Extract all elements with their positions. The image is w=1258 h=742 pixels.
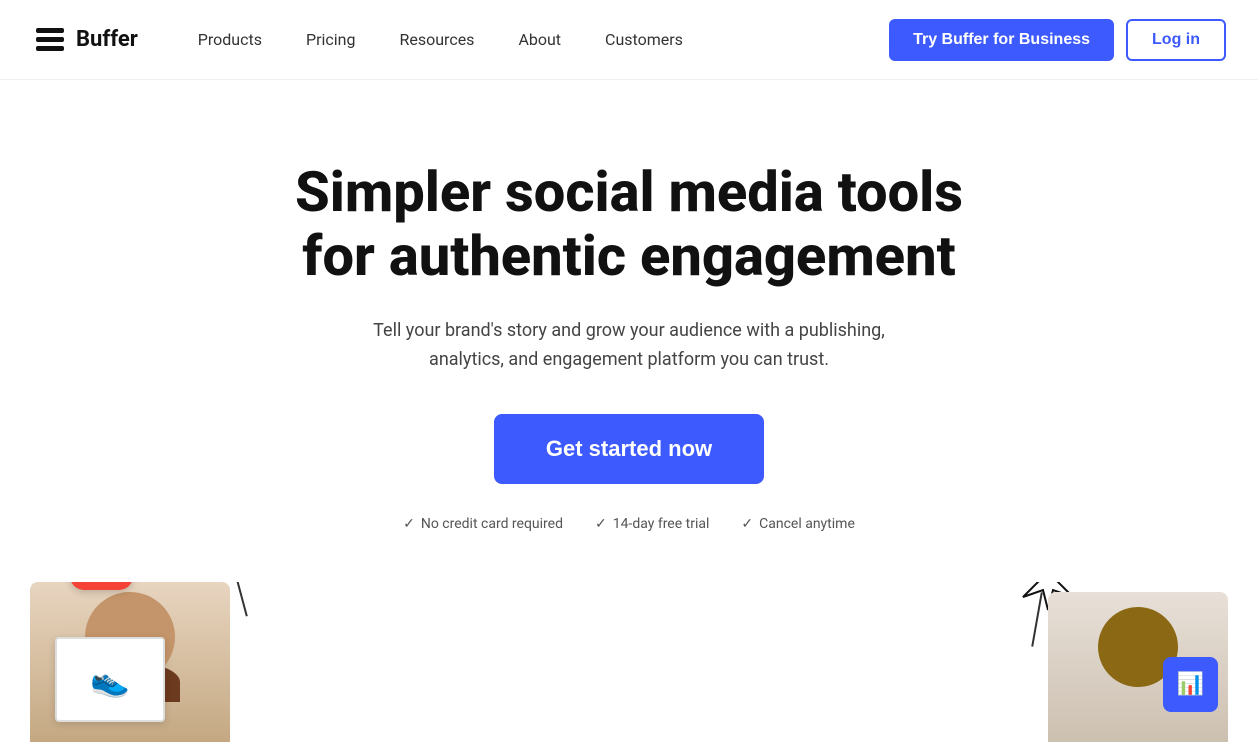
deco-left: ❤ 10k 👟: [0, 582, 320, 742]
nav-actions: Try Buffer for Business Log in: [889, 19, 1226, 61]
trust-text-1: No credit card required: [421, 516, 563, 532]
photo-frame: 👟: [55, 637, 165, 722]
checkmark-icon-2: ✓: [595, 516, 607, 532]
buffer-logo-icon: [32, 22, 68, 58]
nav-links: Products Pricing Resources About Custome…: [178, 22, 889, 57]
hero-section: Simpler social media tools for authentic…: [0, 80, 1258, 572]
nav-products[interactable]: Products: [178, 22, 282, 57]
checkmark-icon-1: ✓: [403, 516, 415, 532]
trust-free-trial: ✓ 14-day free trial: [595, 516, 709, 532]
nav-customers[interactable]: Customers: [585, 22, 703, 57]
chart-icon: 📊: [1177, 672, 1204, 697]
decorative-section: ❤ 10k 👟 📊: [0, 582, 1258, 742]
trust-text-3: Cancel anytime: [759, 516, 855, 532]
login-button[interactable]: Log in: [1126, 19, 1226, 61]
line-decoration-2: [234, 582, 248, 616]
like-count: 10k: [98, 582, 122, 584]
get-started-button[interactable]: Get started now: [494, 414, 764, 484]
trust-indicators: ✓ No credit card required ✓ 14-day free …: [20, 516, 1238, 532]
logo-link[interactable]: Buffer: [32, 22, 138, 58]
trust-cancel-anytime: ✓ Cancel anytime: [741, 516, 854, 532]
deco-right: 📊: [938, 582, 1258, 742]
blue-badge-decoration: 📊: [1163, 657, 1218, 712]
try-buffer-button[interactable]: Try Buffer for Business: [889, 19, 1114, 61]
navbar: Buffer Products Pricing Resources About …: [0, 0, 1258, 80]
nav-about[interactable]: About: [498, 22, 581, 57]
trust-no-credit-card: ✓ No credit card required: [403, 516, 563, 532]
checkmark-icon-3: ✓: [741, 516, 753, 532]
nav-resources[interactable]: Resources: [380, 22, 495, 57]
nav-pricing[interactable]: Pricing: [286, 22, 376, 57]
hero-subtitle: Tell your brand's story and grow your au…: [369, 317, 889, 375]
shoe-icon: 👟: [90, 661, 130, 699]
logo-text: Buffer: [76, 27, 138, 52]
hero-title: Simpler social media tools for authentic…: [279, 160, 979, 289]
trust-text-2: 14-day free trial: [613, 516, 710, 532]
heart-icon: ❤: [82, 582, 94, 584]
